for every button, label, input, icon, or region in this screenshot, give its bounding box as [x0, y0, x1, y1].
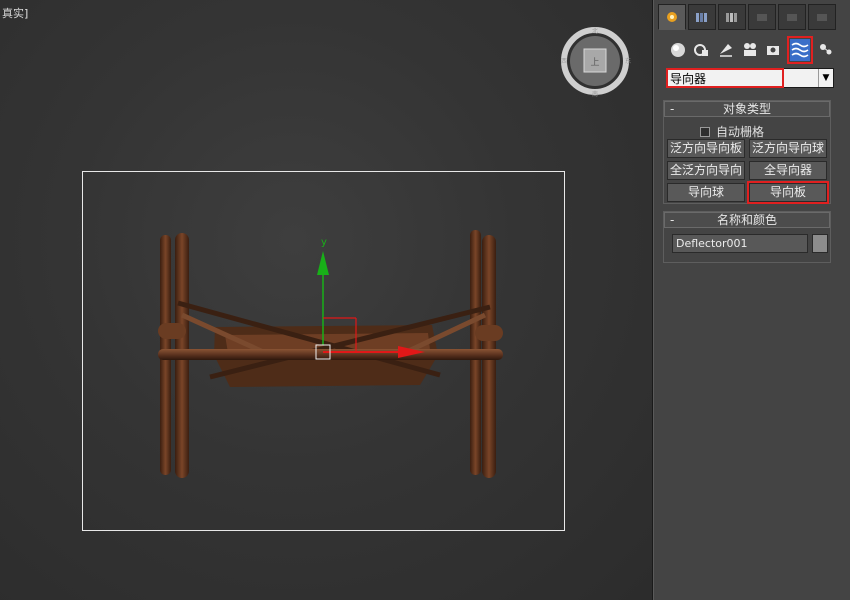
command-panel-tabs	[658, 4, 846, 30]
motion-tab-icon	[757, 14, 767, 21]
chair-model[interactable]: y	[130, 215, 530, 495]
pomniflector-button[interactable]: 泛方向导向板	[667, 139, 745, 158]
viewcube-west-label: 西	[561, 58, 567, 65]
name-color-title: 名称和颜色	[716, 213, 777, 227]
chair-rail-end-left	[158, 323, 186, 339]
object-color-swatch[interactable]	[812, 234, 828, 253]
space-warps-icon[interactable]	[790, 39, 810, 61]
display-tab-icon	[787, 14, 797, 21]
deflector-button-highlight	[747, 181, 829, 204]
utilities-tab[interactable]	[808, 4, 836, 30]
geometry-icon[interactable]	[668, 40, 688, 60]
modify-tab[interactable]	[688, 4, 716, 30]
collapse-icon: -	[670, 213, 675, 227]
chair-rail-end-right	[475, 325, 503, 341]
perspective-viewport[interactable]: 真实] 北 南 西 东 上 y	[0, 0, 653, 600]
hierarchy-tab[interactable]	[718, 4, 746, 30]
viewcube-north-label: 北	[592, 27, 598, 35]
motion-tab[interactable]	[748, 4, 776, 30]
viewcube-south-label: 南	[592, 90, 598, 97]
autogrid-checkbox[interactable]	[700, 126, 710, 137]
hierarchy-tab-icon	[726, 13, 737, 22]
name-color-rollout-header[interactable]: - 名称和颜色	[664, 212, 830, 228]
sdeflector-button[interactable]: 导向球	[667, 183, 745, 202]
collapse-icon: -	[670, 102, 675, 116]
command-panel: 导向器 ▼ - 对象类型 自动栅格 泛方向导向板 泛方向导向球 全泛方向导向 全…	[653, 0, 850, 600]
gizmo-y-arrow[interactable]	[317, 251, 329, 275]
viewport-label[interactable]: 真实]	[2, 5, 28, 21]
helpers-icon[interactable]	[764, 40, 784, 60]
object-type-rollout-header[interactable]: - 对象类型	[664, 101, 830, 117]
create-tab[interactable]	[658, 4, 686, 30]
shapes-icon[interactable]	[692, 40, 712, 60]
gizmo-y-label: y	[321, 237, 327, 248]
udeflector-button[interactable]: 全导向器	[749, 161, 827, 180]
cameras-icon[interactable]	[740, 40, 760, 60]
category-dropdown-highlight	[666, 68, 784, 88]
chevron-down-icon[interactable]: ▼	[818, 69, 833, 87]
lights-icon[interactable]	[716, 40, 736, 60]
sdynaflect-button[interactable]: 泛方向导向球	[749, 139, 827, 158]
name-color-rollout: - 名称和颜色 Deflector001	[663, 211, 831, 263]
create-categories	[664, 36, 844, 64]
create-tab-icon	[667, 12, 677, 22]
uomniflect-button[interactable]: 全泛方向导向	[667, 161, 745, 180]
viewcube-face-label: 上	[590, 57, 599, 68]
object-type-title: 对象类型	[722, 102, 771, 116]
autogrid-label: 自动栅格	[716, 125, 765, 139]
object-name-input[interactable]: Deflector001	[672, 234, 808, 253]
utilities-tab-icon	[817, 14, 827, 21]
object-type-rollout: - 对象类型 自动栅格 泛方向导向板 泛方向导向球 全泛方向导向 全导向器 导向…	[663, 100, 831, 204]
systems-icon[interactable]	[816, 40, 836, 60]
viewcube[interactable]: 北 南 西 东 上	[559, 25, 631, 97]
display-tab[interactable]	[778, 4, 806, 30]
modify-tab-icon	[696, 13, 707, 22]
autogrid-row[interactable]: 自动栅格	[700, 123, 764, 140]
viewcube-east-label: 东	[625, 57, 631, 65]
